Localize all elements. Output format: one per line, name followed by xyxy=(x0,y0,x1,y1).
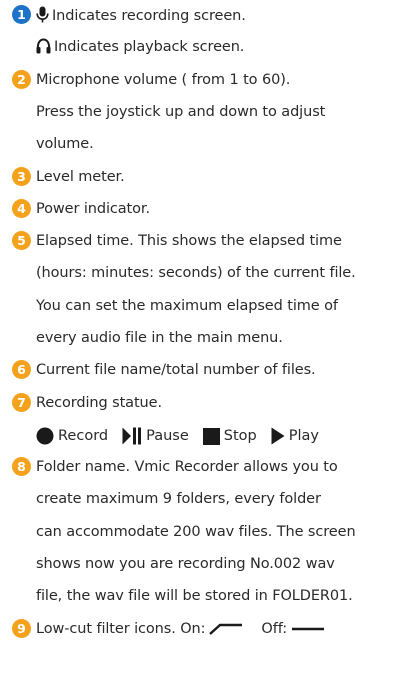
item-number-badge: 6 xyxy=(12,360,31,379)
item-line: Power indicator. xyxy=(36,201,150,217)
item-number-badge: 9 xyxy=(12,619,31,638)
pause-icon xyxy=(122,427,142,445)
item-line: Microphone volume ( from 1 to 60). xyxy=(36,72,291,88)
record-icon xyxy=(36,427,54,445)
item-line: can accommodate 200 wav files. The scree… xyxy=(36,524,356,540)
item-line: Elapsed time. This shows the elapsed tim… xyxy=(36,233,342,249)
item-number-badge: 1 xyxy=(12,5,31,24)
item-line: Recording statue. xyxy=(36,395,162,411)
item-number-badge: 4 xyxy=(12,199,31,218)
status-label-record: Record xyxy=(58,428,109,444)
item-text: Low-cut filter icons. On: xyxy=(36,621,206,637)
item-number-badge: 2 xyxy=(12,70,31,89)
item-line: Folder name. Vmic Recorder allows you to xyxy=(36,459,338,475)
microphone-icon xyxy=(36,6,49,23)
item-line: Press the joystick up and down to adjust xyxy=(36,104,326,120)
item-line: Low-cut filter icons. On: Off: xyxy=(36,620,343,638)
lowcut-off-icon xyxy=(292,627,324,631)
item-line: Indicates recording screen. xyxy=(36,6,246,25)
stop-icon xyxy=(202,427,220,445)
item-number-badge: 5 xyxy=(12,231,31,250)
status-label-play: Play xyxy=(288,428,319,444)
recording-status-legend: Record Pause Stop Play xyxy=(36,426,333,446)
manual-page: 1 Indicates recording screen. Indicates … xyxy=(0,0,407,686)
item-line: (hours: minutes: seconds) of the current… xyxy=(36,265,356,281)
item-number-badge: 3 xyxy=(12,167,31,186)
status-label-stop: Stop xyxy=(223,428,257,444)
headphones-icon xyxy=(36,38,51,54)
item-number-badge: 7 xyxy=(12,393,31,412)
item-line: Level meter. xyxy=(36,169,125,185)
item-text: Indicates recording screen. xyxy=(52,8,246,24)
item-line: volume. xyxy=(36,136,94,152)
lowcut-on-icon xyxy=(209,623,243,635)
item-line: every audio file in the main menu. xyxy=(36,330,283,346)
item-line: shows now you are recording No.002 wav xyxy=(36,556,335,572)
item-number-badge: 8 xyxy=(12,457,31,476)
item-line: Current file name/total number of files. xyxy=(36,362,316,378)
item-line: create maximum 9 folders, every folder xyxy=(36,491,321,507)
play-icon xyxy=(271,427,285,445)
item-text: Indicates playback screen. xyxy=(54,39,245,55)
item-line: file, the wav file will be stored in FOL… xyxy=(36,588,353,604)
status-label-pause: Pause xyxy=(146,428,189,444)
item-line: You can set the maximum elapsed time of xyxy=(36,298,338,314)
lowcut-off-label: Off: xyxy=(261,621,287,637)
item-line: Indicates playback screen. xyxy=(36,38,244,56)
